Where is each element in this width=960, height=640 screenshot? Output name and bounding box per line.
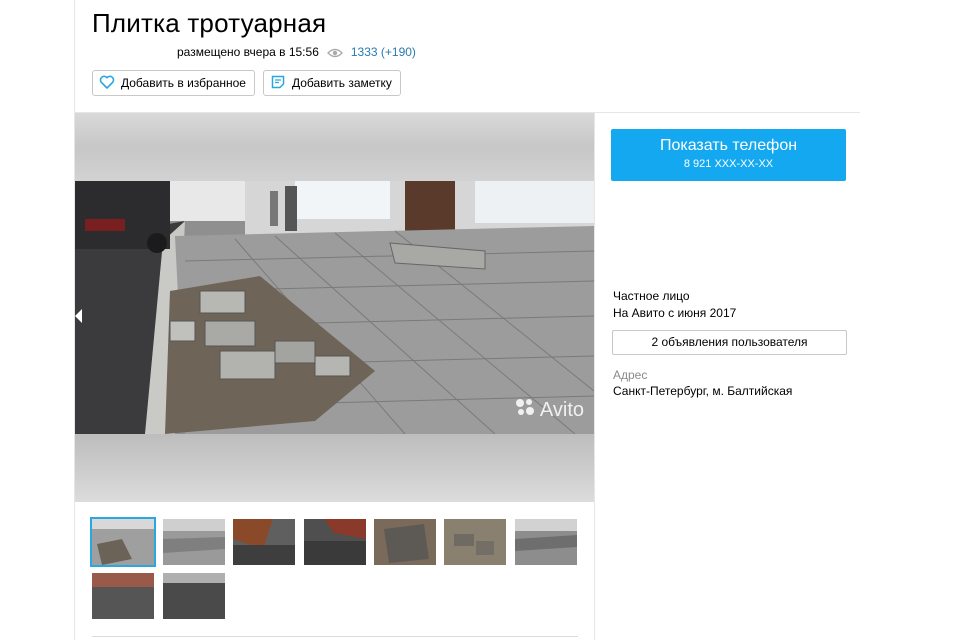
seller-info: Частное лицо На Авито с июня 2017 xyxy=(613,288,736,322)
heart-icon xyxy=(99,74,115,93)
phone-masked: 8 921 XXX-XX-XX xyxy=(683,158,774,170)
add-note-button[interactable]: Добавить заметку xyxy=(262,70,401,96)
thumbnail[interactable] xyxy=(515,519,577,565)
thumbnail[interactable] xyxy=(374,519,436,565)
thumbnail[interactable] xyxy=(90,517,156,567)
avito-logo-icon xyxy=(514,396,536,424)
watermark: Avito xyxy=(514,396,584,424)
thumbnail[interactable] xyxy=(163,519,225,565)
thumbnail[interactable] xyxy=(444,519,506,565)
posted-date: размещено вчера в 15:56 xyxy=(177,45,319,59)
listing-actions: Добавить в избранное Добавить заметку xyxy=(92,70,401,96)
thumbnail[interactable] xyxy=(304,519,366,565)
show-phone-label: Показать телефон xyxy=(659,137,798,154)
watermark-text: Avito xyxy=(539,398,584,421)
add-note-label: Добавить заметку xyxy=(291,76,392,90)
seller-type: Частное лицо xyxy=(613,289,690,303)
blurred-backdrop-bottom xyxy=(75,434,594,502)
add-favorite-label: Добавить в избранное xyxy=(121,76,246,90)
seller-since: На Авито с июня 2017 xyxy=(613,306,737,320)
address-label: Адрес xyxy=(613,368,648,382)
photo-gallery[interactable]: Avito xyxy=(75,113,594,502)
note-icon xyxy=(270,74,286,93)
eye-icon xyxy=(326,47,343,58)
column-divider xyxy=(594,112,595,640)
show-phone-button[interactable]: Показать телефон 8 921 XXX-XX-XX xyxy=(611,129,846,181)
page-title: Плитка тротуарная xyxy=(92,8,327,38)
thumbnail[interactable] xyxy=(233,519,295,565)
blurred-backdrop-top xyxy=(75,113,594,181)
user-ads-button[interactable]: 2 объявления пользователя xyxy=(612,330,847,355)
thumbnail[interactable] xyxy=(92,573,154,619)
chevron-left-icon[interactable] xyxy=(75,309,82,323)
add-favorite-button[interactable]: Добавить в избранное xyxy=(92,70,255,96)
listing-meta: размещено вчера в 15:56 1333 (+190) xyxy=(177,45,416,59)
address-value: Санкт-Петербург, м. Балтийская xyxy=(613,384,793,398)
view-count[interactable]: 1333 (+190) xyxy=(351,45,416,59)
content-divider xyxy=(92,636,578,637)
thumbnail[interactable] xyxy=(163,573,225,619)
